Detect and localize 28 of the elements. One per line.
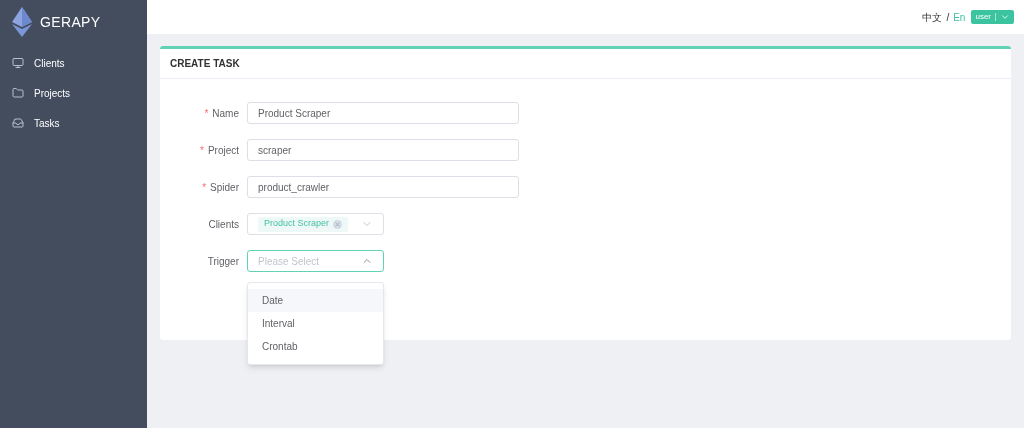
diamond-logo-icon: [12, 7, 32, 37]
field-label: Name: [212, 106, 239, 121]
sidebar-item[interactable]: Clients: [0, 48, 147, 78]
text-field[interactable]: scraper: [247, 139, 519, 161]
close-icon[interactable]: [333, 219, 343, 229]
field-label: Clients: [208, 217, 239, 232]
tray-icon: [12, 117, 24, 129]
chevron-down-icon: [1000, 12, 1010, 22]
dropdown-option[interactable]: Interval: [248, 312, 383, 335]
logo-text: GERAPY: [40, 12, 101, 32]
card-title: CREATE TASK: [170, 57, 240, 71]
field-label: Trigger: [207, 254, 239, 269]
field-label: Project: [207, 143, 239, 158]
required-mark: *: [202, 180, 207, 195]
tag: Product Scraper: [258, 216, 349, 232]
field-label: Spider: [210, 180, 239, 195]
folder-icon: [12, 87, 24, 99]
text-field[interactable]: product_crawler: [247, 176, 519, 198]
language-link[interactable]: 中文: [922, 9, 943, 25]
sidebar-item[interactable]: Tasks: [0, 108, 147, 138]
monitor-icon: [12, 57, 24, 69]
separator: /: [946, 10, 950, 25]
required-mark: *: [199, 143, 204, 158]
dropdown-option[interactable]: Crontab: [248, 335, 383, 358]
dropdown-option[interactable]: Date: [248, 289, 383, 312]
sidebar-item[interactable]: Projects: [0, 78, 147, 108]
required-mark: *: [204, 106, 209, 121]
text-field[interactable]: Product Scraper: [247, 102, 519, 124]
